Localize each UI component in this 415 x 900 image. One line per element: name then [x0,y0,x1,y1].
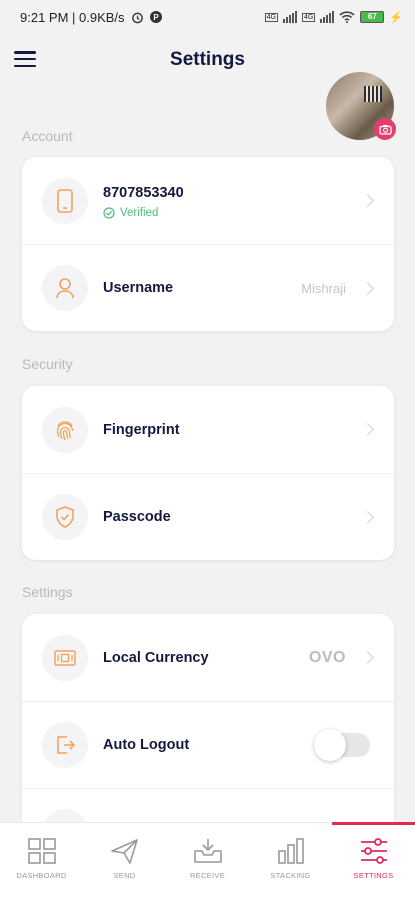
svg-text:P: P [153,13,159,22]
logout-icon-wrap [42,722,88,768]
nav-label: SEND [113,871,136,880]
page-title: Settings [170,49,245,70]
dashboard-icon [27,838,56,864]
send-icon [110,839,138,864]
settings-card: Local Currency OVO Auto Logout [22,614,394,855]
bottom-nav: DASHBOARD SEND RECEIVE STACKING SETTINGS [0,822,415,900]
stacking-icon [277,838,304,864]
currency-icon-wrap [42,634,88,681]
shield-icon-wrap [42,494,88,540]
fingerprint-row[interactable]: Fingerprint [22,386,394,473]
auto-logout-toggle[interactable] [314,729,370,761]
shield-check-icon [56,506,74,528]
passcode-row[interactable]: Passcode [22,473,394,560]
chevron-right-icon [361,510,374,524]
phone-icon-wrap [42,177,88,224]
signal-icon-2 [320,11,335,23]
verified-text: Verified [120,207,159,219]
fingerprint-icon-wrap [42,406,88,453]
battery-icon: 67 [360,11,385,23]
fingerprint-label: Fingerprint [103,421,180,438]
username-row[interactable]: Username Mishraji [22,244,394,331]
chevron-right-icon [361,281,374,295]
wifi-icon [339,11,355,23]
currency-label: Local Currency [103,649,209,666]
chevron-right-icon [361,651,374,664]
camera-icon[interactable] [374,118,396,140]
section-label-security: Security [22,356,73,372]
check-circle-icon [103,207,115,219]
alarm-icon [131,12,143,23]
verified-badge: Verified [103,207,158,219]
currency-row[interactable]: Local Currency OVO [22,614,394,701]
username-value: Mishraji [301,280,346,296]
account-card: 8707853340 Verified Username Mishraji [22,157,394,331]
banknote-icon [54,649,76,666]
phone-number: 8707853340 [103,185,184,201]
status-time: 9:21 PM | 0.9KB/s [20,9,125,25]
user-icon [56,278,74,299]
passcode-label: Passcode [103,509,171,525]
status-bar: 9:21 PM | 0.9KB/s P 4G 4G 67 ⚡ [0,0,415,34]
receive-icon [193,839,222,863]
signal-icon [282,11,297,23]
currency-value: OVO [308,648,346,666]
fingerprint-icon [56,420,74,440]
security-card: Fingerprint Passcode [22,386,394,560]
user-icon-wrap [42,265,88,311]
username-label: Username [103,280,174,296]
section-label-account: Account [22,128,73,144]
chevron-right-icon [361,423,374,436]
nav-receive[interactable]: RECEIVE [166,823,249,900]
volte-icon-2: 4G [301,12,316,22]
nav-dashboard[interactable]: DASHBOARD [0,823,83,900]
app-notification-icon: P [149,11,162,23]
charging-icon: ⚡ [389,11,403,24]
nav-label: RECEIVE [189,871,226,880]
auto-logout-label: Auto Logout [103,737,190,753]
nav-settings[interactable]: SETTINGS [332,822,415,900]
section-label-settings: Settings [22,584,73,600]
volte-icon: 4G [264,12,278,22]
nav-label: SETTINGS [353,871,394,880]
menu-icon[interactable] [14,51,36,67]
phone-row[interactable]: 8707853340 Verified [22,157,394,244]
logout-icon [57,736,75,754]
settings-sliders-icon [360,838,387,864]
nav-label: STACKING [270,871,311,880]
nav-label: DASHBOARD [16,871,67,880]
toggle-knob [314,729,346,761]
auto-logout-row: Auto Logout [22,701,394,788]
nav-send[interactable]: SEND [83,823,166,900]
phone-icon [57,188,73,213]
chevron-right-icon [361,194,374,207]
nav-stacking[interactable]: STACKING [249,823,332,900]
